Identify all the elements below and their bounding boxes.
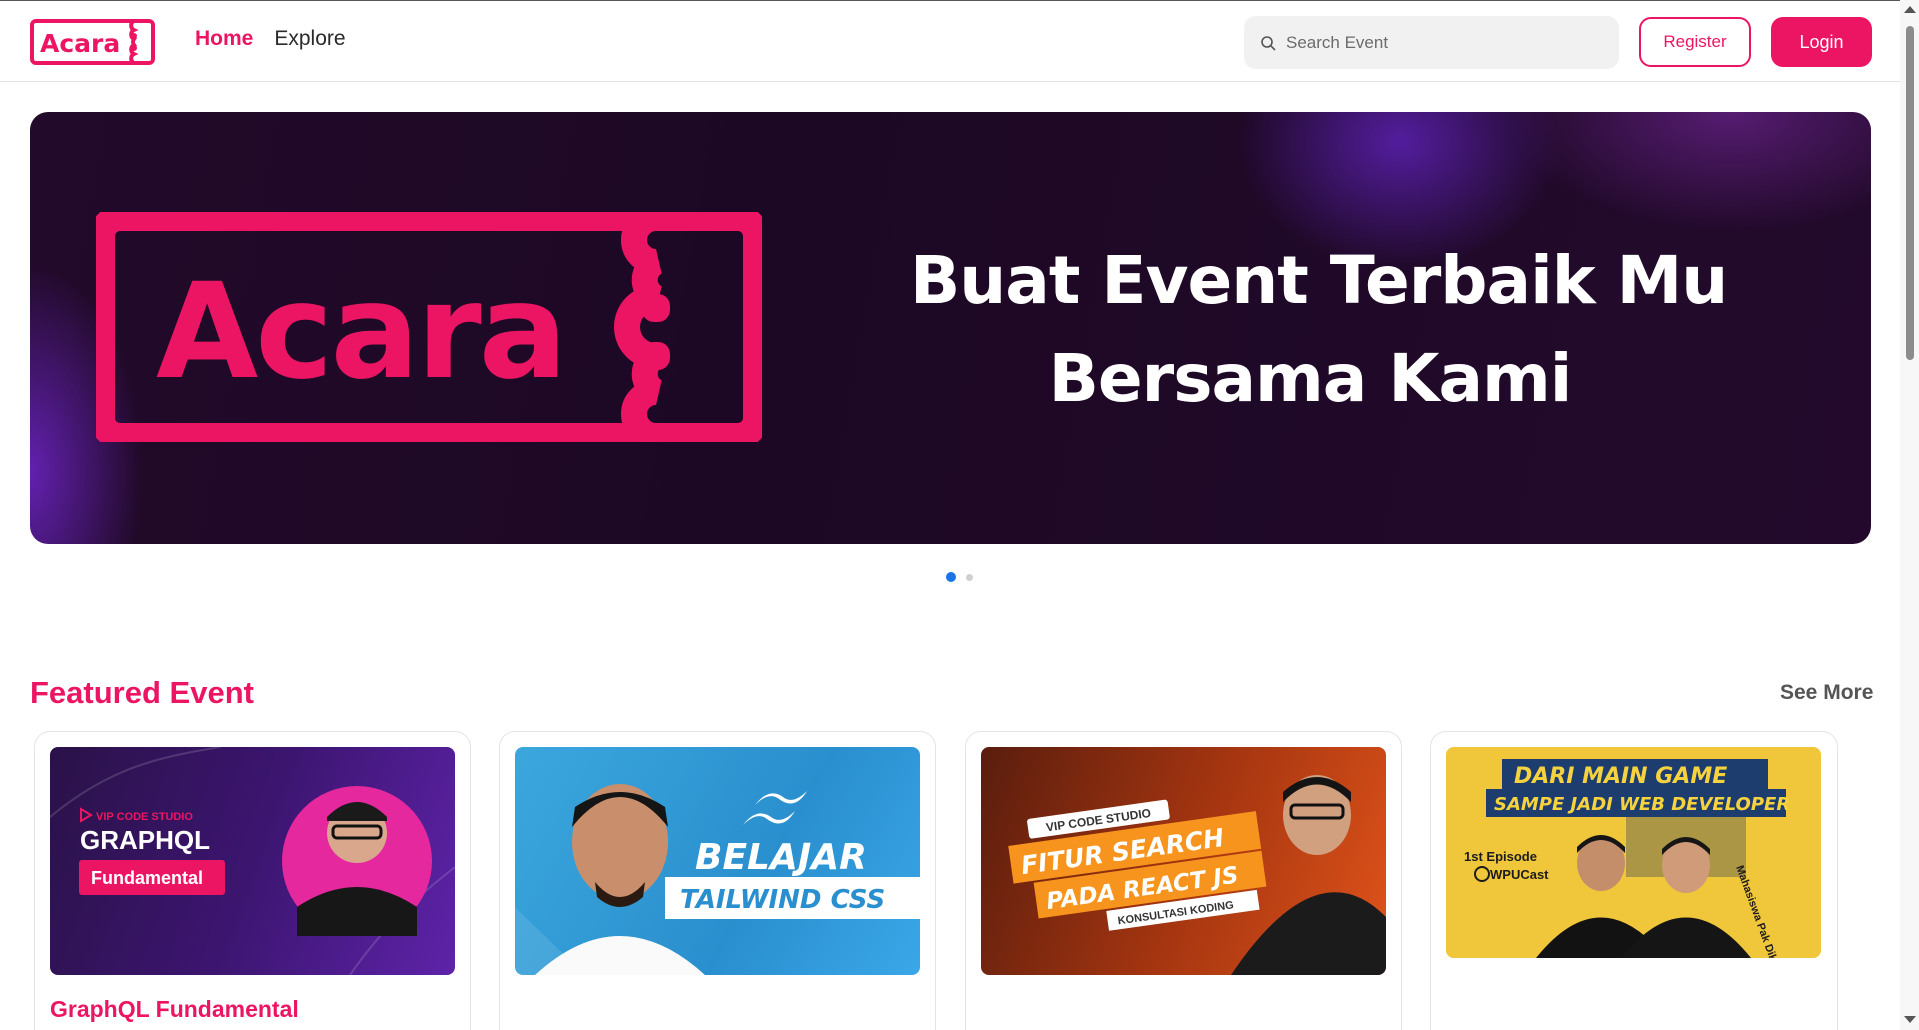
scrollbar[interactable] [1900, 0, 1919, 1030]
hero-title-line1: Buat Event Terbaik Mu [910, 242, 1728, 319]
thumb-line1: BELAJAR [695, 837, 867, 878]
hero-banner[interactable]: Acara Buat Event Terbaik Mu Bersama Kami [30, 112, 1871, 544]
event-thumbnail[interactable]: VIP CODE STUDIO FITUR SEARCH PADA REACT … [981, 747, 1386, 975]
featured-event-title: Featured Event [30, 675, 254, 710]
search-icon [1261, 35, 1276, 50]
thumb-line2: SAMPE JADI WEB DEVELOPER [1494, 794, 1790, 815]
graphql-thumbnail-art: VIP CODE STUDIO GRAPHQL Fundamental [50, 747, 455, 975]
event-card-graphql[interactable]: VIP CODE STUDIO GRAPHQL Fundamental Grap… [34, 731, 471, 1030]
see-more-link[interactable]: See More [1780, 681, 1873, 705]
scroll-up-arrow-icon[interactable] [1904, 6, 1916, 13]
nav-link-home[interactable]: Home [195, 27, 253, 51]
main-nav: Home Explore [195, 27, 346, 51]
event-card-main-game[interactable]: DARI MAIN GAME SAMPE JADI WEB DEVELOPER … [1430, 731, 1838, 1030]
thumb-brand: VIP CODE STUDIO [96, 811, 193, 823]
main-game-thumbnail-art: DARI MAIN GAME SAMPE JADI WEB DEVELOPER … [1446, 747, 1821, 958]
register-button[interactable]: Register [1639, 17, 1751, 67]
svg-text:Acara: Acara [156, 255, 565, 409]
event-thumbnail[interactable]: VIP CODE STUDIO GRAPHQL Fundamental [50, 747, 455, 975]
nav-link-explore[interactable]: Explore [274, 27, 345, 51]
event-card-title[interactable]: GraphQL Fundamental [50, 996, 299, 1023]
event-card-tailwind[interactable]: BELAJAR TAILWIND CSS [499, 731, 936, 1030]
acara-logo[interactable]: Acara [30, 19, 155, 65]
thumb-line3: 1st Episode [1464, 849, 1537, 864]
carousel-dot-2[interactable] [966, 573, 973, 581]
react-search-thumbnail-art: VIP CODE STUDIO FITUR SEARCH PADA REACT … [1008, 775, 1386, 975]
svg-text:Acara: Acara [40, 29, 120, 58]
thumb-line2: TAILWIND CSS [680, 885, 885, 915]
thumb-line2: Fundamental [91, 868, 203, 888]
event-card-react-search[interactable]: VIP CODE STUDIO FITUR SEARCH PADA REACT … [965, 731, 1402, 1030]
thumb-line1: GRAPHQL [80, 825, 210, 855]
event-thumbnail[interactable]: DARI MAIN GAME SAMPE JADI WEB DEVELOPER … [1446, 747, 1821, 958]
navbar: Acara Home Explore Register Login [0, 0, 1900, 82]
scroll-thumb[interactable] [1906, 26, 1914, 360]
hero-title: Buat Event Terbaik Mu Bersama Kami [910, 232, 1728, 428]
scroll-down-arrow-icon[interactable] [1904, 1016, 1916, 1023]
login-button[interactable]: Login [1771, 17, 1872, 67]
hero-title-line2: Bersama Kami [1048, 340, 1573, 417]
thumb-line1: DARI MAIN GAME [1514, 764, 1727, 789]
carousel-dot-1[interactable] [946, 572, 956, 582]
search-input[interactable] [1286, 32, 1606, 53]
hero-acara-logo: Acara [96, 212, 762, 442]
search-box[interactable] [1244, 16, 1619, 69]
thumb-line4: WPUCast [1490, 867, 1549, 882]
tailwind-thumbnail-art: BELAJAR TAILWIND CSS [515, 784, 920, 975]
page: Acara Home Explore Register Login Acara [0, 0, 1919, 1030]
carousel-dots [946, 572, 973, 582]
event-thumbnail[interactable]: BELAJAR TAILWIND CSS [515, 747, 920, 975]
